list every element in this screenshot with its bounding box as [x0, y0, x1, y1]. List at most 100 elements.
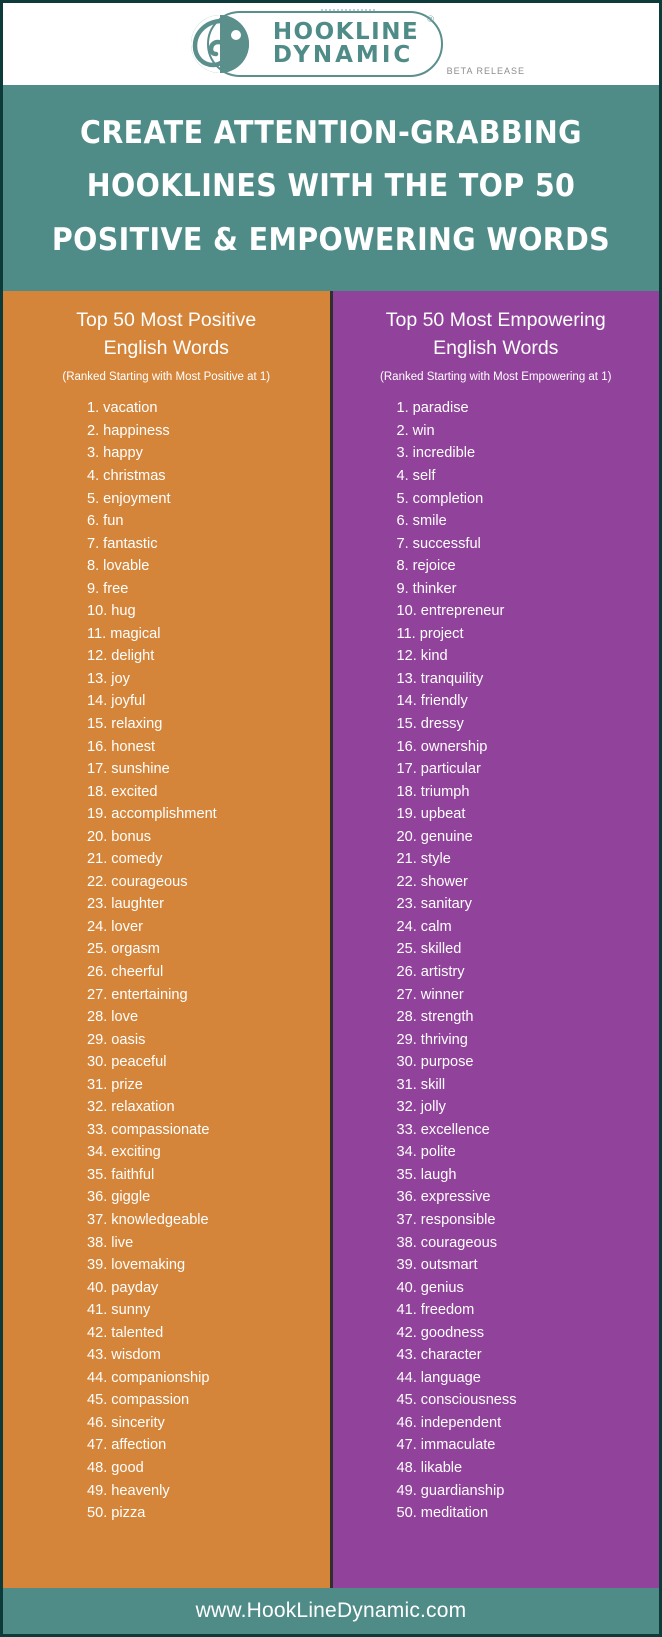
list-item-word: consciousness [420, 1392, 517, 1409]
list-item-rank: 24. [396, 918, 417, 935]
list-item-word: peaceful [111, 1054, 167, 1071]
list-item: 30. purpose [397, 1051, 660, 1074]
list-item-word: compassion [111, 1392, 190, 1409]
list-item-word: tranquility [420, 670, 484, 687]
headline-line-2: HOOKLINES WITH THE TOP 50 [86, 168, 576, 205]
list-item: 42. talented [87, 1322, 330, 1345]
list-item: 6. fun [87, 510, 330, 533]
logo-capsule: ® HOOKLINE DYNAMIC [206, 11, 444, 77]
website-url[interactable]: www.HookLineDynamic.com [196, 1599, 467, 1623]
list-item-rank: 8. [396, 558, 409, 575]
list-item: 45. compassion [87, 1389, 330, 1412]
list-item-word: sunshine [111, 761, 170, 778]
list-item-rank: 46. [396, 1414, 417, 1431]
list-item-rank: 49. [396, 1482, 417, 1499]
list-item-word: hug [111, 603, 136, 620]
list-item-rank: 48. [87, 1460, 108, 1477]
list-item: 14. friendly [397, 690, 660, 713]
list-item: 29. thriving [397, 1029, 660, 1052]
list-item-word: exciting [111, 1144, 161, 1161]
column-positive-title-line1: Top 50 Most Positive [76, 308, 257, 331]
list-item: 31. prize [87, 1074, 330, 1097]
list-item-word: courageous [420, 1234, 498, 1251]
list-item: 1. vacation [87, 397, 330, 420]
list-item: 38. courageous [397, 1232, 660, 1255]
list-item-word: ownership [420, 738, 488, 755]
list-item: 21. style [397, 848, 660, 871]
list-item-rank: 43. [396, 1347, 417, 1364]
list-item-rank: 50. [396, 1505, 417, 1522]
list-item-rank: 11. [87, 625, 107, 642]
list-item-word: genius [420, 1279, 464, 1296]
list-item-rank: 35. [87, 1166, 108, 1183]
list-item-word: project [419, 625, 464, 642]
list-item-rank: 31. [396, 1076, 417, 1093]
list-item-rank: 49. [87, 1482, 108, 1499]
beta-release-label: BETA RELEASE [446, 66, 525, 76]
list-item-word: delight [111, 648, 155, 665]
list-item-word: particular [420, 761, 481, 778]
list-item: 28. love [87, 1006, 330, 1029]
list-item-rank: 48. [396, 1460, 417, 1477]
list-item-rank: 18. [87, 783, 108, 800]
list-item-rank: 36. [87, 1189, 108, 1206]
list-item: 25. skilled [397, 938, 660, 961]
list-item-rank: 21. [87, 851, 108, 868]
list-item: 16. honest [87, 736, 330, 759]
list-item: 40. payday [87, 1277, 330, 1300]
list-item: 14. joyful [87, 690, 330, 713]
list-item-rank: 47. [87, 1437, 108, 1454]
list-item-word: prize [111, 1076, 143, 1093]
headline-block: CREATE ATTENTION-GRABBING HOOKLINES WITH… [3, 85, 659, 291]
list-item-rank: 44. [87, 1369, 108, 1386]
list-item: 47. immaculate [397, 1434, 660, 1457]
list-item: 32. relaxation [87, 1096, 330, 1119]
list-item-word: artistry [420, 963, 465, 980]
list-item-rank: 1. [396, 400, 409, 417]
list-item-rank: 23. [87, 896, 108, 913]
list-item-rank: 9. [396, 580, 409, 597]
list-item-rank: 13. [396, 670, 417, 687]
list-item-word: happiness [103, 422, 170, 439]
list-item: 30. peaceful [87, 1051, 330, 1074]
list-item-rank: 1. [87, 400, 100, 417]
list-item: 9. free [87, 578, 330, 601]
list-item-word: calm [420, 918, 452, 935]
list-item-rank: 16. [87, 738, 108, 755]
list-item-word: magical [110, 625, 161, 642]
list-item-word: meditation [420, 1505, 489, 1522]
list-item-rank: 35. [396, 1166, 417, 1183]
list-item-word: lovemaking [111, 1257, 186, 1274]
list-item-rank: 26. [396, 963, 417, 980]
list-item: 38. live [87, 1232, 330, 1255]
list-item-word: comedy [111, 851, 163, 868]
column-empowering-title-line1: Top 50 Most Empowering [385, 308, 606, 331]
headline-line-3: POSITIVE & EMPOWERING WORDS [51, 221, 611, 258]
list-item: 22. shower [397, 871, 660, 894]
list-item-word: free [103, 580, 129, 597]
list-item-rank: 20. [396, 828, 417, 845]
list-item-rank: 20. [87, 828, 108, 845]
list-item-word: thriving [420, 1031, 468, 1048]
list-item-word: relaxation [111, 1099, 175, 1116]
list-item: 13. joy [87, 668, 330, 691]
list-item-word: laughter [111, 896, 165, 913]
list-item-rank: 5. [396, 490, 409, 507]
list-item-word: happy [103, 445, 143, 462]
list-item-rank: 4. [87, 467, 100, 484]
list-item: 41. sunny [87, 1299, 330, 1322]
list-item: 37. knowledgeable [87, 1209, 330, 1232]
list-item: 50. pizza [87, 1502, 330, 1525]
list-item: 45. consciousness [397, 1389, 660, 1412]
list-item: 8. rejoice [397, 555, 660, 578]
list-item-word: freedom [420, 1302, 475, 1319]
list-item-rank: 42. [87, 1324, 108, 1341]
list-item-rank: 40. [396, 1279, 417, 1296]
list-item-word: successful [412, 535, 481, 552]
list-item-rank: 23. [396, 896, 417, 913]
list-item: 17. sunshine [87, 758, 330, 781]
list-item-word: wisdom [111, 1347, 161, 1364]
list-item-rank: 47. [396, 1437, 417, 1454]
list-item: 33. excellence [397, 1119, 660, 1142]
list-item-rank: 7. [87, 535, 100, 552]
